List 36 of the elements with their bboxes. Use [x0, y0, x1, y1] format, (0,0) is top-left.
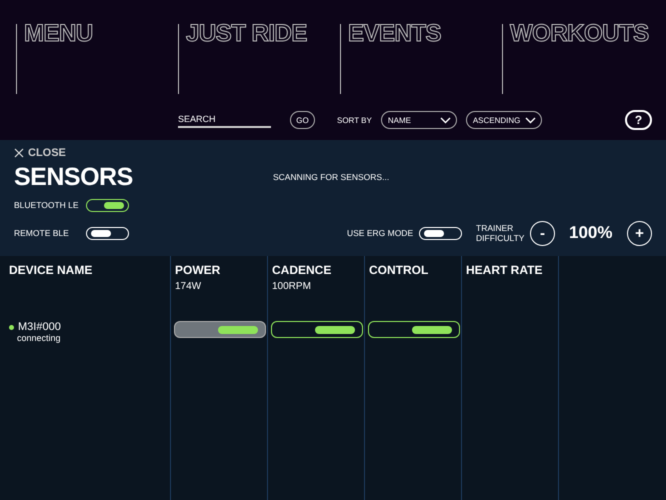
- toggle-switch[interactable]: [86, 198, 129, 212]
- close-icon: [14, 148, 24, 158]
- column-header: HEART RATE: [466, 263, 544, 277]
- column-reading: 100RPM: [272, 281, 312, 294]
- device-status: connecting: [17, 333, 62, 343]
- column-header: CONTROL: [369, 263, 430, 277]
- nav-tab[interactable]: JUST RIDE: [186, 22, 307, 46]
- difficulty-value: 100%: [569, 223, 614, 243]
- toggle-label: REMOTE BLE: [14, 228, 70, 238]
- help-button[interactable]: ?: [625, 110, 652, 130]
- sort-order-dropdown[interactable]: ASCENDING: [466, 111, 542, 129]
- nav-tab[interactable]: MENU: [24, 22, 93, 46]
- sensor-toggle[interactable]: [271, 321, 363, 338]
- column-reading: 174W: [175, 281, 202, 294]
- nav-tab[interactable]: EVENTS: [348, 22, 442, 46]
- panel-title: SENSORS: [14, 162, 134, 192]
- column-header: POWER: [175, 263, 222, 277]
- difficulty-label: TRAINER DIFFICULTY: [476, 222, 524, 244]
- erg-label: USE ERG MODE: [347, 228, 414, 238]
- device-name[interactable]: M3I#000: [18, 321, 61, 333]
- sort-field-dropdown[interactable]: NAME: [380, 111, 457, 129]
- increase-button[interactable]: +: [627, 220, 652, 246]
- sensor-toggle[interactable]: [368, 321, 460, 338]
- sensor-toggle[interactable]: [174, 321, 266, 338]
- go-button[interactable]: GO: [290, 111, 315, 129]
- column-header: CADENCE: [272, 263, 332, 277]
- close-button[interactable]: CLOSE: [14, 147, 66, 159]
- toggle-label: BLUETOOTH LE: [14, 200, 80, 210]
- sort-label: SORT BY: [337, 116, 372, 124]
- column-header: DEVICE NAME: [9, 263, 94, 277]
- nav-tab[interactable]: WORKOUTS: [510, 22, 649, 46]
- decrease-button[interactable]: -: [530, 220, 555, 246]
- scan-status: SCANNING FOR SENSORS...: [273, 172, 390, 182]
- chevron-icon: [524, 116, 536, 124]
- search-field[interactable]: SEARCH: [178, 112, 271, 128]
- chevron-icon: [440, 116, 451, 124]
